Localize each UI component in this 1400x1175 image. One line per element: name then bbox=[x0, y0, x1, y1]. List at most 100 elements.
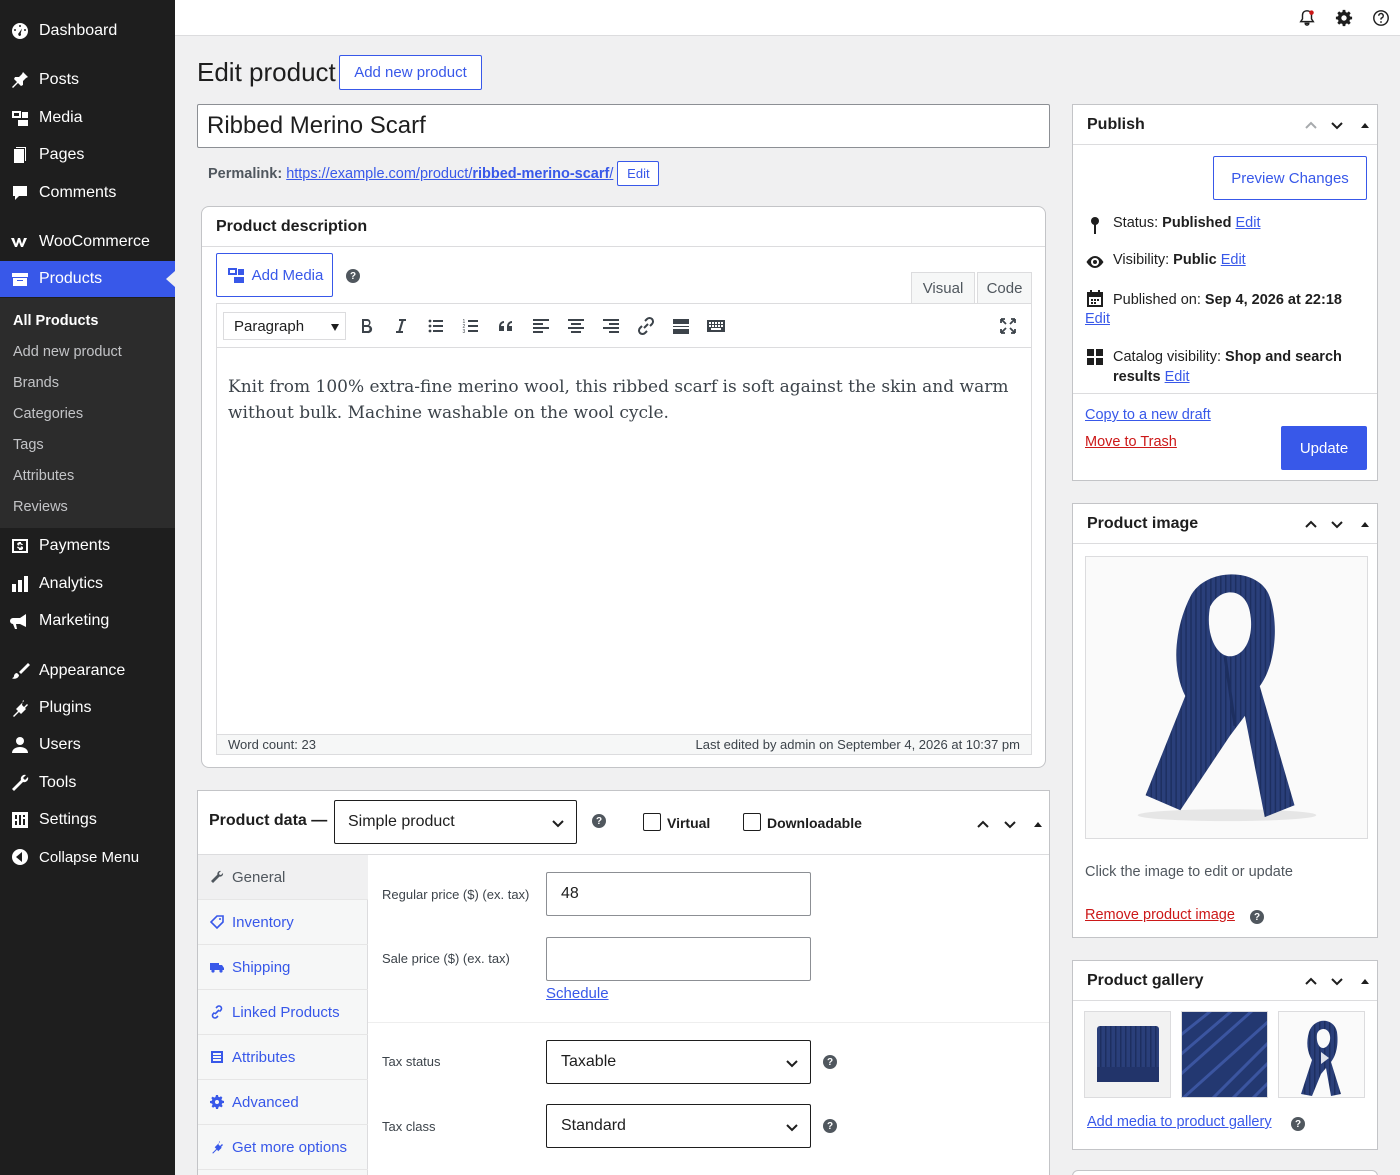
gallery-image[interactable] bbox=[1278, 1011, 1365, 1098]
move-up-icon[interactable] bbox=[1303, 516, 1319, 532]
sidebar-item-analytics[interactable]: Analytics bbox=[0, 566, 175, 602]
sidebar-item-collapse-menu[interactable]: Collapse Menu bbox=[0, 839, 175, 875]
permalink-link[interactable]: https://example.com/product/ribbed-merin… bbox=[286, 166, 613, 182]
move-down-icon[interactable] bbox=[1329, 117, 1345, 133]
align-right-icon[interactable] bbox=[600, 316, 622, 336]
published-edit-link[interactable]: Edit bbox=[1085, 311, 1110, 327]
toolbar-toggle-icon[interactable] bbox=[705, 316, 727, 336]
virtual-checkbox[interactable] bbox=[643, 813, 661, 831]
help-icon[interactable]: ? bbox=[592, 814, 606, 828]
tax-class-select[interactable]: Standard bbox=[546, 1104, 811, 1148]
sidebar-item-media[interactable]: Media bbox=[0, 100, 175, 136]
product-image-thumbnail[interactable] bbox=[1085, 556, 1368, 839]
copy-to-draft-link[interactable]: Copy to a new draft bbox=[1085, 407, 1211, 423]
toggle-panel-icon[interactable] bbox=[1357, 516, 1373, 532]
add-new-product-button[interactable]: Add new product bbox=[339, 55, 482, 90]
toggle-panel-icon[interactable] bbox=[1357, 973, 1373, 989]
align-center-icon[interactable] bbox=[565, 316, 587, 336]
tab-general[interactable]: General bbox=[198, 855, 368, 900]
tab-label: Attributes bbox=[232, 1048, 296, 1066]
tab-inventory[interactable]: Inventory bbox=[198, 900, 368, 945]
tab-attributes[interactable]: Attributes bbox=[198, 1035, 368, 1080]
submenu-attributes[interactable]: Attributes bbox=[13, 468, 74, 484]
preview-changes-button[interactable]: Preview Changes bbox=[1213, 156, 1367, 200]
next-panel bbox=[1072, 1170, 1378, 1175]
editor-content[interactable]: Knit from 100% extra-fine merino wool, t… bbox=[217, 348, 1031, 734]
move-down-icon[interactable] bbox=[1329, 516, 1345, 532]
sidebar-item-comments[interactable]: Comments bbox=[0, 175, 175, 211]
catalog-edit-link[interactable]: Edit bbox=[1165, 369, 1190, 385]
submenu-tags[interactable]: Tags bbox=[13, 437, 44, 453]
toggle-panel-icon[interactable] bbox=[1031, 817, 1045, 831]
numbered-list-icon[interactable]: 123 bbox=[460, 316, 482, 336]
gallery-image[interactable] bbox=[1181, 1011, 1268, 1098]
gallery-image[interactable] bbox=[1084, 1011, 1171, 1098]
help-icon[interactable]: ? bbox=[1291, 1117, 1305, 1131]
downloadable-checkbox[interactable] bbox=[743, 813, 761, 831]
product-title-input[interactable] bbox=[197, 104, 1050, 148]
tab-linked-products[interactable]: Linked Products bbox=[198, 990, 368, 1035]
tab-code[interactable]: Code bbox=[977, 272, 1032, 304]
fullscreen-icon[interactable] bbox=[997, 316, 1019, 336]
tab-visual[interactable]: Visual bbox=[911, 272, 975, 304]
align-left-icon[interactable] bbox=[530, 316, 552, 336]
sidebar-item-plugins[interactable]: Plugins bbox=[0, 690, 175, 726]
tab-get-more-options[interactable]: Get more options bbox=[198, 1125, 368, 1170]
sidebar-item-marketing[interactable]: Marketing bbox=[0, 603, 175, 639]
sidebar-item-dashboard[interactable]: Dashboard bbox=[0, 13, 175, 49]
sidebar-item-pages[interactable]: Pages bbox=[0, 137, 175, 173]
add-gallery-media-link[interactable]: Add media to product gallery bbox=[1087, 1114, 1272, 1130]
sidebar-item-products[interactable]: Products bbox=[0, 261, 175, 297]
toggle-panel-icon[interactable] bbox=[1357, 117, 1373, 133]
help-icon[interactable] bbox=[1372, 9, 1390, 27]
help-icon[interactable]: ? bbox=[346, 269, 360, 283]
svg-text:3: 3 bbox=[463, 329, 466, 335]
move-up-icon[interactable] bbox=[1303, 117, 1319, 133]
submenu-add-new-product[interactable]: Add new product bbox=[13, 344, 122, 360]
submenu-brands[interactable]: Brands bbox=[13, 375, 59, 391]
submenu-categories[interactable]: Categories bbox=[13, 406, 83, 422]
regular-price-input[interactable]: 48 bbox=[546, 872, 811, 916]
product-type-select[interactable]: Simple product bbox=[334, 800, 577, 844]
move-down-icon[interactable] bbox=[1329, 973, 1345, 989]
status-edit-link[interactable]: Edit bbox=[1236, 215, 1261, 231]
tab-advanced[interactable]: Advanced bbox=[198, 1080, 368, 1125]
sidebar-item-appearance[interactable]: Appearance bbox=[0, 653, 175, 689]
move-up-icon[interactable] bbox=[976, 817, 990, 831]
submenu-reviews[interactable]: Reviews bbox=[13, 499, 68, 515]
sidebar-item-payments[interactable]: Payments bbox=[0, 528, 175, 564]
link-icon[interactable] bbox=[635, 316, 657, 336]
remove-product-image-link[interactable]: Remove product image bbox=[1085, 907, 1235, 923]
notification-bell-icon[interactable] bbox=[1298, 9, 1316, 27]
help-icon[interactable]: ? bbox=[1250, 910, 1264, 924]
submenu-all-products[interactable]: All Products bbox=[13, 313, 98, 329]
visibility-edit-link[interactable]: Edit bbox=[1221, 252, 1246, 268]
sidebar-item-settings[interactable]: Settings bbox=[0, 802, 175, 838]
blockquote-icon[interactable] bbox=[495, 316, 517, 336]
help-icon[interactable]: ? bbox=[823, 1119, 837, 1133]
move-to-trash-link[interactable]: Move to Trash bbox=[1085, 434, 1177, 450]
add-media-button[interactable]: Add Media bbox=[216, 253, 333, 297]
help-icon[interactable]: ? bbox=[823, 1055, 837, 1069]
format-select[interactable]: Paragraph bbox=[223, 312, 346, 340]
scarf-image bbox=[1137, 574, 1317, 822]
panel-title: Product image bbox=[1087, 515, 1199, 532]
bullet-list-icon[interactable] bbox=[425, 316, 447, 336]
sidebar-item-posts[interactable]: Posts bbox=[0, 62, 175, 98]
sidebar-item-woocommerce[interactable]: WooCommerce bbox=[0, 224, 175, 260]
schedule-link[interactable]: Schedule bbox=[546, 985, 609, 1002]
read-more-icon[interactable] bbox=[670, 316, 692, 336]
permalink-edit-button[interactable]: Edit bbox=[617, 161, 660, 186]
sidebar-item-users[interactable]: Users bbox=[0, 727, 175, 763]
move-up-icon[interactable] bbox=[1303, 973, 1319, 989]
italic-icon[interactable] bbox=[390, 316, 412, 336]
update-button[interactable]: Update bbox=[1281, 426, 1367, 470]
gear-icon[interactable] bbox=[1335, 9, 1353, 27]
move-down-icon[interactable] bbox=[1003, 817, 1017, 831]
sidebar-item-tools[interactable]: Tools bbox=[0, 765, 175, 801]
tax-status-select[interactable]: Taxable bbox=[546, 1040, 811, 1084]
tab-shipping[interactable]: Shipping bbox=[198, 945, 368, 990]
bold-icon[interactable] bbox=[355, 316, 377, 336]
sidebar-item-label: Dashboard bbox=[39, 22, 118, 39]
sale-price-input[interactable] bbox=[546, 937, 811, 981]
